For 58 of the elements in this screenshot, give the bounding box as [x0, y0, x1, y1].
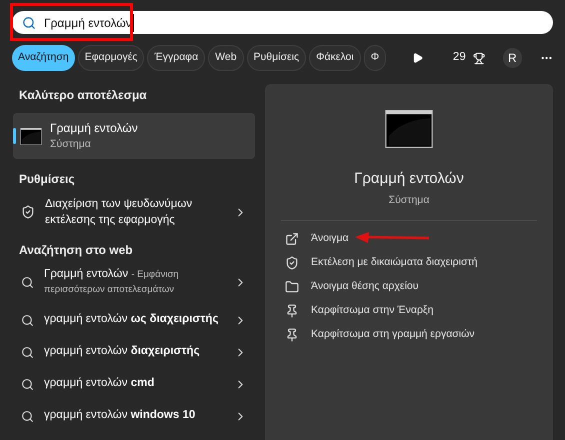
web-result-text: γραμμή εντολών cmd — [44, 376, 154, 392]
search-icon — [21, 314, 34, 326]
web-result[interactable]: γραμμή εντολών cmd — [13, 368, 255, 400]
action-item[interactable]: Άνοιγμα θέσης αρχείου — [281, 275, 537, 300]
search-icon — [21, 276, 34, 288]
trophy-icon[interactable] — [472, 52, 485, 64]
filter-chip[interactable]: Ρυθμίσεις — [246, 45, 306, 71]
filter-chip[interactable]: Έγγραφα — [147, 45, 206, 71]
preview-title: Γραμμή εντολών — [354, 169, 464, 189]
avatar[interactable]: R — [502, 48, 522, 68]
filter-chip[interactable]: Εφαρμογές — [78, 45, 144, 71]
action-item[interactable]: Εκτέλεση με δικαιώματα διαχειριστή — [281, 251, 537, 276]
settings-app-icon — [21, 205, 35, 219]
section-heading: Ρυθμίσεις — [18, 171, 76, 188]
action-label: Άνοιγμα — [311, 231, 349, 246]
web-result-text: γραμμή εντολών ως διαχειριστής — [44, 312, 218, 328]
shield-icon — [285, 256, 299, 270]
action-label: Άνοιγμα θέσης αρχείου — [311, 279, 418, 294]
result-title: Γραμμή εντολών — [50, 120, 138, 138]
action-item[interactable]: Καρφίτσωμα στην Έναρξη — [281, 299, 537, 324]
web-result[interactable]: Γραμμή εντολών - Εμφάνιση περισσότερων αποτελεσμάτων — [13, 260, 255, 304]
pin-icon — [285, 328, 299, 342]
action-label: Εκτέλεση με δικαιώματα διαχειριστή — [311, 255, 478, 270]
terminal-icon — [385, 110, 433, 148]
best-match-item[interactable]: Γραμμή εντολών Σύστημα — [13, 113, 255, 159]
web-result[interactable]: γραμμή εντολών διαχειριστής — [13, 336, 255, 368]
action-item[interactable]: Άνοιγμα — [281, 227, 537, 252]
section-heading: Αναζήτηση στο web — [18, 242, 134, 259]
search-icon — [21, 346, 34, 358]
search-icon — [22, 16, 36, 30]
search-field[interactable]: Γραμμή εντολών — [12, 11, 553, 34]
result-subtitle: Σύστημα — [50, 137, 92, 152]
filter-chip[interactable]: Web — [208, 45, 244, 71]
folder-icon — [285, 280, 299, 294]
search-icon — [21, 378, 34, 390]
filter-chip[interactable]: Φάκελοι — [309, 45, 361, 71]
pin-icon — [285, 304, 299, 318]
search-value: Γραμμή εντολών — [44, 14, 134, 32]
selection-indicator — [13, 128, 16, 144]
web-result-text: γραμμή εντολών διαχειριστής — [44, 344, 200, 360]
terminal-icon — [20, 128, 42, 144]
play-icon[interactable] — [412, 52, 423, 64]
search-icon — [21, 410, 34, 422]
action-label: Καρφίτσωμα στην Έναρξη — [311, 303, 434, 318]
web-result[interactable]: γραμμή εντολών ως διαχειριστής — [13, 304, 255, 336]
settings-label: Διαχείριση των ψευδωνύμων εκτέλεσης της εφαρμογής — [45, 197, 194, 228]
filter-chip[interactable]: Αναζήτηση — [12, 45, 75, 71]
filter-chip[interactable]: Φ — [364, 45, 386, 71]
external-link-icon — [285, 232, 299, 246]
web-result[interactable]: γραμμή εντολών windows 10 — [13, 400, 255, 432]
preview-subtitle: Σύστημα — [388, 192, 430, 208]
web-result-text: Γραμμή εντολών - Εμφάνιση περισσότερων αποτελεσμάτων — [44, 267, 180, 297]
points-count: 29 — [452, 50, 466, 66]
section-heading: Καλύτερο αποτέλεσμα — [18, 87, 148, 104]
settings-item[interactable]: Διαχείριση των ψευδωνύμων εκτέλεσης της εφαρμογής — [13, 193, 255, 231]
action-label: Καρφίτσωμα στη γραμμή εργασιών — [311, 327, 475, 342]
web-result-text: γραμμή εντολών windows 10 — [44, 408, 196, 424]
action-item[interactable]: Καρφίτσωμα στη γραμμή εργασιών — [281, 323, 537, 348]
